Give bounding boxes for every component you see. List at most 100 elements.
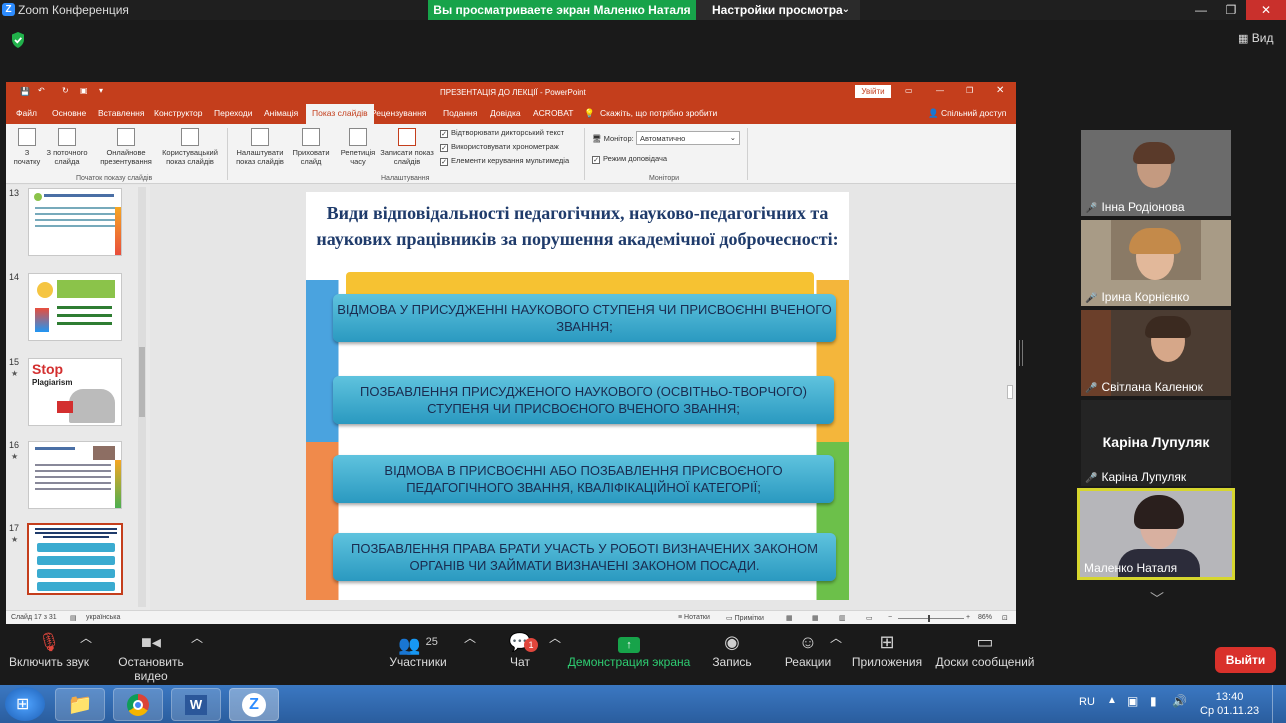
leave-button[interactable]: Выйти — [1215, 647, 1276, 673]
slide-thumbnail-14[interactable] — [28, 273, 122, 341]
taskbar-word[interactable]: W — [171, 688, 221, 721]
tab-transitions[interactable]: Переходи — [214, 108, 253, 118]
slide-thumbnail-13[interactable] — [28, 188, 122, 256]
slide-canvas[interactable]: Види відповідальності педагогічних, наук… — [306, 192, 849, 600]
reading-view-icon[interactable]: ▥ — [839, 614, 846, 622]
tab-home[interactable]: Основне — [52, 108, 86, 118]
ppt-minimize-button[interactable]: — — [936, 86, 944, 95]
show-desktop-button[interactable] — [1272, 685, 1286, 723]
scrollbar-thumb[interactable] — [1007, 385, 1013, 399]
participant-tile-4[interactable]: Каріна Лупуляк 🎤 Каріна Лупуляк — [1081, 400, 1231, 486]
tab-acrobat[interactable]: ACROBAT — [533, 108, 573, 118]
record-button[interactable]: ◉ Запись — [705, 629, 759, 669]
fit-slide-icon[interactable]: ⊡ — [1002, 614, 1008, 622]
monitor-select[interactable]: Автоматично ⌄ — [636, 131, 740, 145]
redo-icon[interactable]: ↻ — [62, 86, 69, 95]
view-settings-button[interactable]: Настройки просмотра ⌄ — [696, 0, 860, 20]
zoom-out-icon[interactable]: − — [888, 614, 892, 621]
taskbar-zoom[interactable]: Z — [229, 688, 279, 721]
taskbar-chrome[interactable] — [113, 688, 163, 721]
zoom-slider[interactable] — [898, 615, 964, 622]
tab-animations[interactable]: Анімація — [264, 108, 298, 118]
custom-show-button[interactable]: Користувацький показ слайдів — [156, 128, 224, 166]
participant-tile-3[interactable]: 🎤 Світлана Каленюк — [1081, 310, 1231, 396]
participants-button[interactable]: 👥 25 Участники — [386, 629, 450, 669]
tab-view[interactable]: Подання — [443, 108, 477, 118]
zoom-slider-thumb[interactable] — [928, 615, 930, 622]
slide-scrollbar[interactable] — [1005, 185, 1015, 610]
undo-icon[interactable]: ↶ — [38, 86, 45, 95]
audio-options-caret[interactable]: ︿ — [80, 629, 92, 646]
participant-tile-2[interactable]: 🎤 Ірина Корнієнко — [1081, 220, 1231, 306]
stop-video-button[interactable]: ■◂ Остановить видео — [100, 629, 202, 683]
tray-app-icon[interactable]: ▣ — [1127, 694, 1138, 708]
signin-button[interactable]: Увійти — [855, 85, 891, 98]
presenter-view-checkbox[interactable]: ✓ Режим доповідача — [592, 154, 667, 164]
tab-help[interactable]: Довідка — [490, 108, 521, 118]
reactions-button[interactable]: ☺ Реакции — [780, 629, 836, 669]
from-start-button[interactable]: З початку — [10, 128, 44, 166]
unmute-button[interactable]: 🎙 Включить звук — [8, 629, 90, 669]
chat-options-caret[interactable]: ︿ — [549, 629, 561, 646]
tray-expand-icon[interactable]: ▲ — [1107, 695, 1117, 706]
shield-icon[interactable] — [10, 31, 26, 49]
taskbar-clock[interactable]: 13:40 Ср 01.11.23 — [1200, 690, 1259, 718]
taskbar-explorer[interactable]: 📁 — [55, 688, 105, 721]
normal-view-icon[interactable]: ▦ — [786, 614, 793, 622]
tab-insert[interactable]: Вставлення — [98, 108, 144, 118]
zoom-percent[interactable]: 86% — [978, 614, 992, 621]
slide-thumbnail-16[interactable] — [28, 441, 122, 509]
record-show-button[interactable]: Записати показ слайдів — [376, 128, 438, 166]
maximize-button[interactable]: ❐ — [1216, 0, 1246, 20]
sorter-view-icon[interactable]: ▦ — [812, 614, 819, 622]
narration-checkbox[interactable]: ✓ Відтворювати дикторський текст — [440, 128, 564, 138]
minimize-button[interactable]: — — [1186, 0, 1216, 20]
apps-button[interactable]: ⊞ Приложения — [850, 629, 924, 669]
ppt-restore-button[interactable]: ❐ — [966, 86, 973, 95]
setup-show-button[interactable]: Налаштувати показ слайдів — [230, 128, 290, 166]
network-icon[interactable]: ▮ — [1150, 694, 1157, 708]
zoom-in-icon[interactable]: + — [966, 614, 970, 621]
start-button[interactable]: ⊞ — [5, 687, 45, 721]
online-present-button[interactable]: Онлайнове презентування — [94, 128, 158, 166]
participant-tile-5[interactable]: Маленко Наталя — [1077, 488, 1235, 580]
participants-options-caret[interactable]: ︿ — [464, 629, 476, 646]
thumbnails-scrollbar[interactable] — [138, 187, 146, 607]
tab-slideshow[interactable]: Показ слайдів — [306, 104, 374, 124]
chat-button[interactable]: 💬 Чат 1 — [500, 629, 540, 669]
rehearse-button[interactable]: Репетиція часу — [336, 128, 380, 166]
ribbon-display-icon[interactable]: ▭ — [905, 86, 913, 95]
slideshow-view-icon[interactable]: ▭ — [866, 614, 873, 622]
timings-checkbox[interactable]: ✓ Використовувати хронометраж — [440, 142, 559, 152]
view-button[interactable]: ▦ Вид — [1238, 31, 1273, 45]
language-indicator[interactable]: RU — [1079, 696, 1095, 708]
ppt-close-button[interactable]: ✕ — [996, 85, 1004, 96]
whiteboards-button[interactable]: ▭ Доски сообщений — [934, 629, 1036, 669]
close-button[interactable]: ✕ — [1246, 0, 1286, 20]
reactions-options-caret[interactable]: ︿ — [830, 629, 842, 646]
share-button[interactable]: 👤 Спільний доступ — [928, 108, 1006, 119]
customize-icon[interactable]: ▾ — [99, 86, 103, 95]
save-icon[interactable]: 💾 — [20, 87, 30, 96]
chevron-down-icon[interactable]: ﹀ — [1150, 589, 1164, 609]
spellcheck-icon[interactable]: ▤ — [70, 614, 77, 622]
from-current-button[interactable]: З поточного слайда — [42, 128, 92, 166]
participant-tile-1[interactable]: 🎤 Інна Родіонова — [1081, 130, 1231, 216]
present-icon[interactable]: ▣ — [80, 86, 88, 95]
slide-thumbnail-17[interactable] — [27, 523, 123, 595]
language-label[interactable]: українська — [86, 614, 120, 621]
scrollbar-thumb[interactable] — [139, 347, 145, 417]
tell-me-input[interactable]: Скажіть, що потрібно зробити — [600, 108, 717, 118]
video-options-caret[interactable]: ︿ — [191, 629, 203, 646]
comments-button[interactable]: ▭ Примітки — [726, 614, 764, 622]
tab-file[interactable]: Файл — [16, 108, 37, 118]
volume-icon[interactable]: 🔊 — [1172, 694, 1187, 708]
slide-thumbnail-15[interactable]: Stop Plagiarism — [28, 358, 122, 426]
share-screen-button[interactable]: ↑ Демонстрация экрана — [566, 629, 692, 669]
panel-splitter-handle[interactable] — [1019, 340, 1023, 366]
notes-button[interactable]: ≡ Нотатки — [678, 614, 710, 621]
tab-review[interactable]: Рецензування — [371, 108, 426, 118]
media-controls-checkbox[interactable]: ✓ Елементи керування мультимедіа — [440, 156, 569, 166]
tab-design[interactable]: Конструктор — [154, 108, 202, 118]
hide-slide-button[interactable]: Приховати слайд — [288, 128, 334, 166]
